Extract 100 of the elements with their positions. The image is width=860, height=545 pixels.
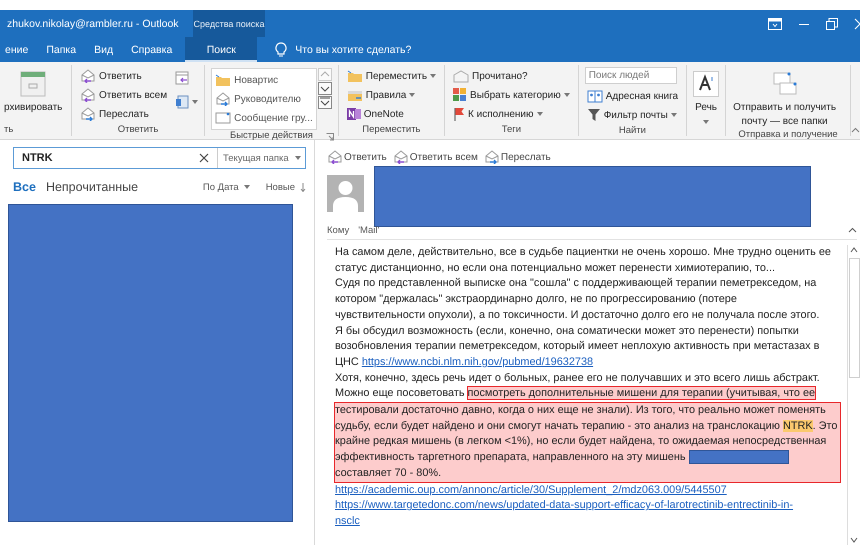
filter-icon (586, 108, 601, 122)
category-grid-icon (453, 88, 468, 102)
search-hit-highlight: NTRK (782, 420, 813, 432)
search-field[interactable]: NTRK (14, 148, 218, 168)
close-icon[interactable] (199, 153, 209, 163)
filter-tab[interactable]: Непрочитанные (46, 180, 138, 194)
scope-dropdown[interactable]: Текущая папка (218, 148, 305, 168)
dropdown-caret-icon[interactable] (564, 93, 570, 97)
more-icon[interactable] (318, 96, 332, 109)
link[interactable]: https://www.targetedonc.com/news/updated-data-support-efficacy-of-larotrectinib-entrectinib-in- (335, 499, 794, 512)
ribbon-tab[interactable]: Вид (85, 37, 122, 62)
group-label: Найти (618, 124, 646, 136)
message-text-line: эффективность таргетного препарата, направленного на эту мишень (335, 450, 789, 466)
highlighted-text: посмотреть дополнительные мишени для терапии (учитывая, что ее (468, 387, 816, 400)
address-book-icon (586, 90, 603, 102)
avatar (327, 175, 364, 212)
ribbon-button[interactable]: OneNote (344, 105, 438, 123)
message-text-line: котором "держалась" экстраординарно долго, не по прогрессированию (потере (335, 292, 737, 308)
quick-step-item[interactable]: Новартис (215, 71, 313, 89)
message-action-button[interactable]: Ответить (327, 150, 387, 164)
dropdown-caret-icon[interactable] (670, 113, 677, 117)
dialog-launcher-icon[interactable] (326, 133, 334, 141)
message-action-button[interactable]: Ответить всем (392, 150, 478, 164)
ribbon-button[interactable]: Выбрать категорию (451, 86, 572, 104)
link[interactable]: https://www.ncbi.nlm.nih.gov/pubmed/19632738 (362, 356, 594, 368)
ribbon-button[interactable]: Речь (693, 65, 720, 125)
tell-me-field[interactable]: Что вы хотите сделать? (275, 37, 412, 62)
ribbon-button[interactable]: Ответить (78, 67, 170, 85)
dropdown-caret-icon[interactable] (192, 100, 198, 104)
people-search-field[interactable]: Поиск людей (584, 67, 677, 84)
ribbon-button[interactable]: Ответить всем (78, 86, 170, 104)
sort-dropdown[interactable]: По Дата (202, 182, 250, 192)
ribbon-button[interactable]: Переместить (344, 67, 438, 85)
reply-all-icon (392, 150, 409, 164)
collapse-header-icon[interactable] (848, 227, 857, 233)
folder-icon (215, 74, 232, 86)
scrollbar-thumb[interactable] (848, 258, 860, 378)
scrollbar[interactable] (847, 245, 860, 545)
rules-icon (346, 88, 363, 102)
restore-icon[interactable] (826, 18, 838, 30)
dropdown-caret-icon[interactable] (409, 93, 416, 97)
group-label: Отправка и получение (738, 129, 838, 140)
ribbon-tab[interactable]: Справка (122, 37, 182, 62)
message-text-line: статус дистанционно, но если она потенциально может перенести химиотерапию, то... (335, 260, 775, 276)
reply-icon (327, 150, 343, 164)
quick-step-item[interactable]: Сообщение гру... (215, 109, 313, 127)
recipient-name: 'Mail' (358, 224, 380, 236)
ribbon-tab[interactable]: Поиск (185, 37, 258, 62)
message-text-line: возобновления терапии пеметрекседом, который имеет неплохую активность при метастазах в (335, 339, 820, 354)
message-text-line: Можно еще посоветовать посмотреть дополнительные мишени для терапии (учитывая, что ее (335, 386, 816, 402)
document-icon[interactable] (175, 95, 190, 109)
dropdown-caret-icon[interactable] (244, 185, 250, 189)
message-text-line: Хотя, конечно, здесь речь идет о больных, ранее его не получавших и это всего лишь абстракт. (335, 370, 820, 386)
ribbon-button[interactable]: Адресная книга (584, 87, 680, 105)
scroll-down-icon[interactable] (318, 82, 332, 95)
dropdown-caret-icon[interactable] (703, 120, 710, 124)
ribbon-tab[interactable]: ение (0, 37, 38, 62)
group-label: ть (4, 124, 14, 134)
reply-all-icon (80, 88, 96, 102)
ribbon-button[interactable]: Переслать (78, 105, 170, 123)
message-text-line: тестировали достаточно давно, когда о них еще не знали). Из того, что реально может поменять (335, 403, 826, 418)
envelopes-icon (772, 71, 798, 97)
ribbon-button[interactable]: рхивировать (4, 65, 62, 115)
message-text-line: крайне редкая мишень (в легком <1%), но если будет найдена, то ожидаемая непосредственная (335, 434, 826, 450)
envelope-icon (453, 70, 470, 82)
dropdown-caret-icon[interactable] (294, 156, 301, 160)
speech-icon (693, 71, 720, 97)
down-arrow-icon (300, 182, 306, 192)
scroll-up-icon[interactable] (849, 245, 859, 255)
message-text-line: чувствительности опухоли), а по токсичности. И достаточно долго его не получала после этого. (335, 308, 820, 323)
filter-tab[interactable]: Все (13, 180, 36, 194)
envelope-forward-icon (215, 92, 232, 106)
sort-order-button[interactable]: Новые (266, 182, 306, 192)
archive-icon (20, 71, 46, 97)
ribbon-button[interactable]: Правила (344, 86, 438, 104)
dropdown-caret-icon[interactable] (430, 74, 436, 78)
message-text-line: ЦНС https://www.ncbi.nlm.nih.gov/pubmed/19632738 (335, 354, 594, 370)
dropdown-caret-icon[interactable] (536, 112, 543, 116)
reply-icon (80, 69, 96, 83)
ribbon-button[interactable]: К исполнению (451, 105, 572, 123)
message-text-line: судьбу, если будет найдено и они смогут начать терапию - это анализ на транслокацию NTRK. Это (335, 418, 838, 434)
message-text-line: Я бы обсудил возможность (если, конечно, она соматически может это перенести) попытки (335, 324, 799, 339)
scroll-down-icon[interactable] (849, 535, 859, 545)
link[interactable]: nsclc (335, 514, 360, 527)
ribbon-button[interactable]: Фильтр почты (584, 106, 680, 124)
quick-step-item[interactable]: Руководителю (215, 90, 313, 108)
to-label: Кому (327, 224, 350, 236)
context-group-header: Средства поиска (193, 10, 265, 37)
group-label: Ответить (118, 124, 158, 135)
message-action-button[interactable]: Переслать (484, 150, 551, 164)
ribbon-button[interactable]: Прочитано? (451, 67, 572, 85)
link[interactable]: https://academic.oup.com/annonc/article/30/Supplement_2/mdz063.009/5445507 (335, 484, 727, 496)
envelope-icon (215, 112, 232, 124)
group-label: Теги (502, 124, 522, 135)
ribbon-display-icon[interactable] (768, 18, 782, 30)
onenote-icon (346, 107, 361, 121)
ribbon-tab[interactable]: Папка (37, 37, 86, 62)
collapse-ribbon-icon[interactable] (851, 127, 860, 133)
ribbon-button[interactable]: Отправить и получить почту — все папки (732, 65, 838, 129)
message-text-line: Судя по представленной выписке она "сошла" с поддерживающей терапии пеметрекседом, на (335, 276, 816, 292)
